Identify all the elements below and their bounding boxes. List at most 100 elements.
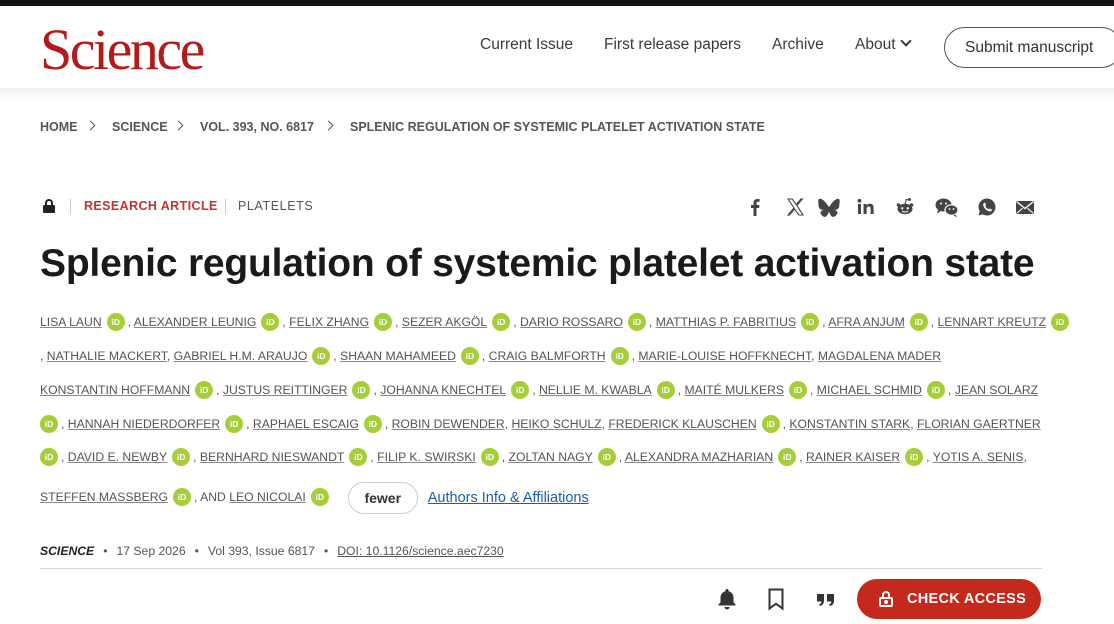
orcid-icon[interactable]: iD: [173, 488, 191, 506]
author-name[interactable]: RAINER KAISER: [806, 450, 900, 464]
author-name[interactable]: KONSTANTIN HOFFMANN: [40, 383, 190, 397]
fewer-button[interactable]: fewer: [347, 482, 418, 514]
orcid-icon[interactable]: iD: [374, 313, 393, 331]
author-name[interactable]: SEZER AKGÖL: [402, 315, 487, 329]
author-name[interactable]: SHAAN MAHAMEED: [340, 349, 456, 363]
linkedin-icon[interactable]: [855, 196, 877, 218]
nav-current-issue[interactable]: Current Issue: [480, 36, 573, 54]
author-name[interactable]: NATHALIE MACKERT: [47, 349, 167, 363]
author-name[interactable]: ROBIN DEWENDER: [392, 417, 505, 431]
orcid-icon[interactable]: iD: [460, 347, 479, 365]
orcid-icon[interactable]: iD: [40, 448, 58, 466]
author-name[interactable]: FILIP K. SWIRSKI: [377, 450, 476, 464]
x-icon[interactable]: [784, 196, 806, 218]
orcid-icon[interactable]: iD: [492, 313, 511, 331]
bell-icon[interactable]: [715, 586, 739, 612]
whatsapp-icon[interactable]: [976, 196, 998, 218]
orcid-icon[interactable]: iD: [511, 381, 530, 399]
facebook-icon[interactable]: [744, 196, 766, 218]
author-name[interactable]: KONSTANTIN STARK: [789, 417, 910, 431]
orcid-icon[interactable]: iD: [610, 347, 629, 365]
author-separator: ,: [246, 417, 253, 432]
nav-about[interactable]: About: [855, 35, 912, 54]
check-access-button[interactable]: CHECK ACCESS: [857, 579, 1041, 619]
author-name[interactable]: YOTIS A. SENIS: [933, 450, 1024, 464]
orcid-icon[interactable]: iD: [480, 448, 499, 466]
author-name[interactable]: ALEXANDRA MAZHARIAN: [625, 450, 773, 464]
author-separator: ,: [810, 383, 817, 398]
author-name[interactable]: ALEXANDER LEUNIG: [134, 315, 257, 329]
orcid-icon[interactable]: iD: [926, 381, 945, 399]
author-name[interactable]: CRAIG BALMFORTH: [489, 349, 606, 363]
orcid-icon[interactable]: iD: [363, 415, 382, 433]
cite-icon[interactable]: [814, 586, 838, 612]
orcid-icon[interactable]: iD: [627, 313, 646, 331]
author-name[interactable]: AFRA ANJUM: [828, 315, 905, 329]
orcid-icon[interactable]: iD: [225, 415, 244, 433]
author-name[interactable]: LENNART KREUTZ: [938, 315, 1047, 329]
reddit-icon[interactable]: [894, 196, 916, 218]
orcid-icon[interactable]: iD: [909, 313, 928, 331]
authors-affiliations-link[interactable]: Authors Info & Affiliations: [428, 490, 589, 506]
orcid-icon[interactable]: iD: [801, 313, 820, 331]
orcid-icon[interactable]: iD: [656, 381, 675, 399]
author-name[interactable]: MAITÉ MULKERS: [684, 383, 784, 397]
journal-name[interactable]: SCIENCE: [40, 544, 94, 558]
orcid-icon[interactable]: iD: [106, 313, 125, 331]
author-name[interactable]: DARIO ROSSARO: [520, 315, 623, 329]
orcid-icon[interactable]: iD: [40, 415, 58, 433]
author-name[interactable]: ZOLTAN NAGY: [509, 450, 593, 464]
chevron-right-icon: [323, 120, 334, 131]
author-name[interactable]: MARIE-LOUISE HOFFKNECHT: [638, 349, 811, 363]
author-name[interactable]: RAPHAEL ESCAIG: [253, 417, 359, 431]
author-name[interactable]: LISA LAUN: [40, 315, 102, 329]
author-name[interactable]: GABRIEL H.M. ARAUJO: [174, 349, 308, 363]
wechat-icon[interactable]: [934, 196, 960, 218]
email-icon[interactable]: [1014, 196, 1036, 218]
author-name[interactable]: BERNHARD NIESWANDT: [200, 450, 344, 464]
orcid-icon[interactable]: iD: [261, 313, 280, 331]
orcid-icon[interactable]: iD: [195, 381, 214, 399]
breadcrumb-volume[interactable]: VOL. 393, NO. 6817: [200, 120, 314, 134]
orcid-icon[interactable]: iD: [789, 381, 808, 399]
nav-about-label: About: [855, 36, 896, 53]
orcid-icon[interactable]: iD: [352, 381, 371, 399]
author-name[interactable]: JEAN SOLARZ: [955, 383, 1038, 397]
orcid-icon[interactable]: iD: [349, 448, 368, 466]
author-name[interactable]: DAVID E. NEWBY: [68, 450, 167, 464]
orcid-icon[interactable]: iD: [778, 448, 797, 466]
author-name[interactable]: STEFFEN MASSBERG: [40, 490, 168, 504]
doi-link[interactable]: DOI: 10.1126/science.aec7230: [337, 544, 503, 558]
author-name[interactable]: MAGDALENA MADER: [818, 349, 941, 363]
orcid-icon[interactable]: iD: [597, 448, 616, 466]
author-name[interactable]: MICHAEL SCHMID: [817, 383, 922, 397]
breadcrumb-science[interactable]: SCIENCE: [112, 120, 168, 134]
orcid-icon[interactable]: iD: [312, 347, 331, 365]
orcid-icon[interactable]: iD: [1051, 313, 1070, 331]
bookmark-icon[interactable]: [764, 586, 788, 612]
orcid-icon[interactable]: iD: [905, 448, 924, 466]
breadcrumb-home[interactable]: HOME: [40, 120, 78, 134]
author-name[interactable]: NELLIE M. KWABLA: [539, 383, 652, 397]
author-name[interactable]: FELIX ZHANG: [289, 315, 369, 329]
nav-first-release[interactable]: First release papers: [604, 36, 741, 54]
orcid-icon[interactable]: iD: [310, 488, 329, 506]
author-name[interactable]: JOHANNA KNECHTEL: [380, 383, 506, 397]
author-name[interactable]: FREDERICK KLAUSCHEN: [608, 417, 756, 431]
author-name[interactable]: HEIKO SCHULZ: [511, 417, 601, 431]
author-name[interactable]: FLORIAN GAERTNER: [917, 417, 1041, 431]
author-name[interactable]: MATTHIAS P. FABRITIUS: [656, 315, 796, 329]
author-name[interactable]: HANNAH NIEDERDORFER: [68, 417, 220, 431]
science-logo[interactable]: Science: [40, 20, 205, 80]
nav-archive[interactable]: Archive: [772, 36, 824, 54]
submit-manuscript-button[interactable]: Submit manuscript: [944, 27, 1114, 68]
orcid-icon[interactable]: iD: [761, 415, 780, 433]
article-type[interactable]: RESEARCH ARTICLE: [84, 199, 218, 213]
author-separator: ,: [648, 315, 656, 330]
bluesky-icon[interactable]: [818, 196, 840, 218]
author-name[interactable]: JUSTUS REITTINGER: [223, 383, 348, 397]
orcid-icon[interactable]: iD: [172, 448, 191, 466]
article-subject[interactable]: PLATELETS: [238, 199, 313, 213]
author-name[interactable]: LEO NICOLAI: [229, 490, 306, 504]
chevron-right-icon: [85, 120, 96, 131]
